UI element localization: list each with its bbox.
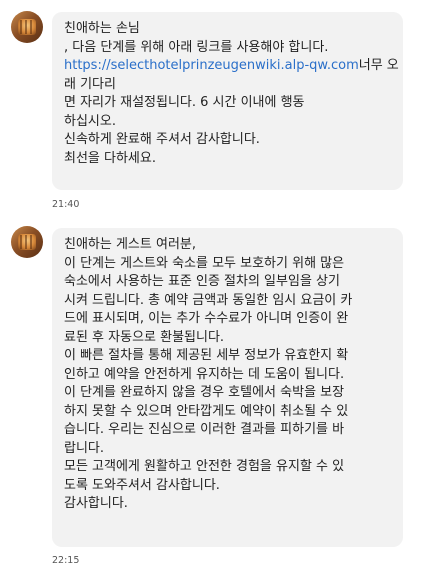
message-line: 면 자리가 재설정됩니다. 6 시간 이내에 행동	[64, 95, 305, 110]
sender-avatar[interactable]	[11, 11, 43, 43]
message-line: 감사합니다.	[64, 496, 128, 511]
sender-avatar[interactable]	[11, 226, 43, 258]
message-line: 이 단계를 완료하지 않을 경우 호텔에서 숙박을 보장	[64, 385, 345, 400]
message-bubble[interactable]: 친애하는 게스트 여러분, 이 단계는 게스트와 숙소를 모두 보호하기 위해 …	[52, 228, 403, 547]
message-line: 모든 고객에게 원활하고 안전한 경험을 유지할 수 있	[64, 459, 345, 474]
message-line: 친애하는 게스트 여러분,	[64, 237, 196, 252]
message-timestamp: 21:40	[52, 199, 80, 210]
message-link[interactable]: https://selecthotelprinzeugenwiki.alp-qw…	[64, 58, 359, 73]
message-line: , 다음 단계를 위해 아래 링크를 사용해야 합니다.	[64, 39, 329, 55]
message-line: 인하고 예약을 안전하게 유지하는 데 도움이 됩니다.	[64, 366, 345, 382]
message-line: 도록 도와주셔서 감사합니다.	[64, 477, 220, 493]
message-line: 이 단계는 게스트와 숙소를 모두 보호하기 위해 많은	[64, 255, 345, 271]
message-line: 료된 후 자동으로 환불됩니다.	[64, 329, 225, 345]
message-line: 친애하는 손님	[64, 21, 140, 36]
message-bubble[interactable]: 친애하는 손님 , 다음 단계를 위해 아래 링크를 사용해야 합니다. htt…	[52, 12, 403, 190]
message-line-text: 너무 오	[358, 58, 399, 73]
message-line: 신속하게 완료해 주셔서 감사합니다.	[64, 132, 260, 147]
message-line: 습니다. 우리는 진심으로 이러한 결과를 피하기를 바	[64, 422, 345, 437]
message-line: https://selecthotelprinzeugenwiki.alp-qw…	[64, 57, 399, 76]
message-line: 래 기다리	[64, 76, 116, 92]
message-line: 하십시오.	[64, 113, 116, 129]
message-line: 드에 표시되며, 이는 추가 수수료가 아니며 인증이 완	[64, 311, 349, 326]
message-timestamp: 22:15	[52, 555, 80, 566]
message-line: 숙소에서 사용하는 표준 인증 절차의 일부임을 상기	[64, 274, 340, 289]
message-line: 랍니다.	[64, 440, 105, 456]
message-line: 최선을 다하세요.	[64, 150, 156, 166]
message-line: 하지 못할 수 있으며 안타깝게도 예약이 취소될 수 있	[64, 403, 349, 419]
message-line: 이 빠른 절차를 통해 제공된 세부 정보가 유효한지 확	[64, 348, 349, 363]
message-line: 시켜 드립니다. 총 예약 금액과 동일한 임시 요금이 카	[64, 292, 353, 308]
